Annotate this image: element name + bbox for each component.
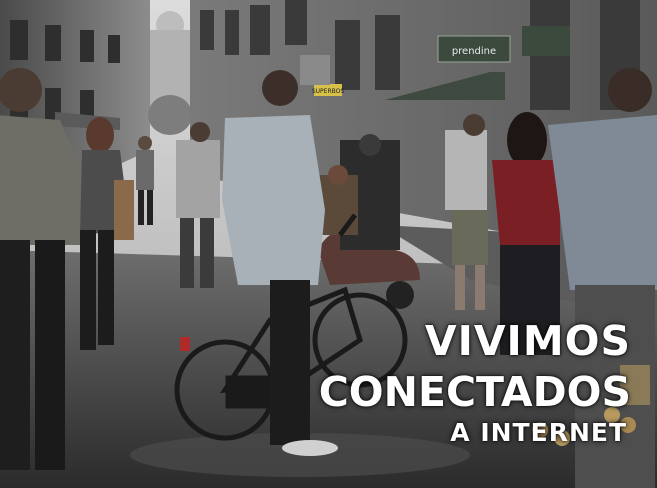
distant-trees [148, 95, 192, 135]
arch [300, 55, 330, 85]
caption-line-2: CONECTADOS [318, 368, 631, 416]
small-sign-text: SUPERBOS [312, 88, 345, 95]
shop-sign-2 [522, 26, 570, 56]
caption: VIVIMOS CONECTADOS A INTERNET [319, 316, 631, 448]
caption-line-1: VIVIMOS [424, 317, 631, 365]
shop-sign-text: prendine [452, 46, 496, 57]
photo-scene: prendine SUPERBOS VIVIMOS CONECTADOS A I… [0, 0, 657, 488]
caption-line-3: A INTERNET [450, 418, 627, 447]
